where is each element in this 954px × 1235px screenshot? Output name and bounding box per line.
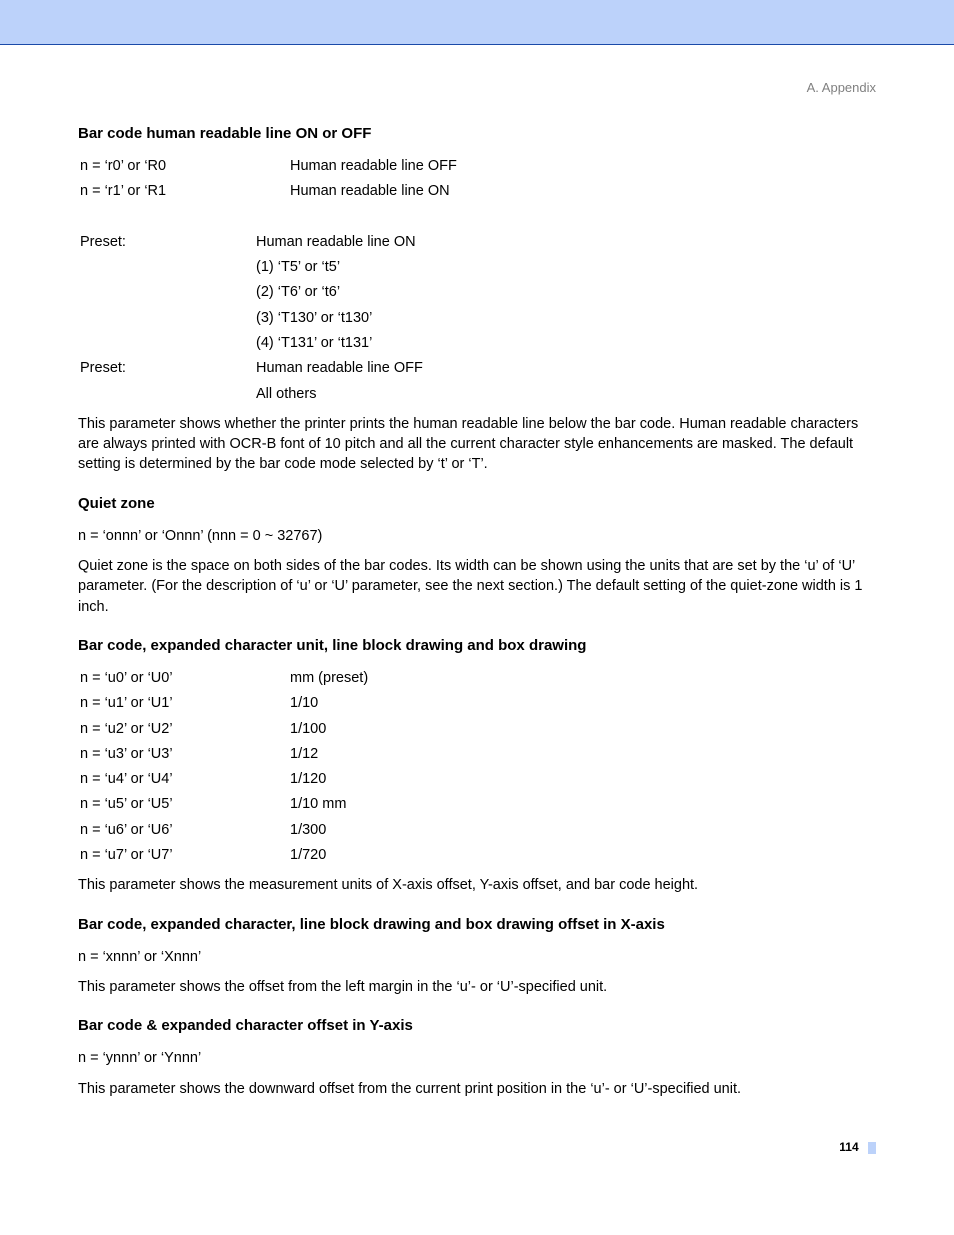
unit-row: n = ‘u3’ or ‘U3’1/12 [80, 744, 876, 764]
xoff-paragraph: This parameter shows the offset from the… [78, 977, 876, 997]
quiet-syntax: n = ‘onnn’ or ‘Onnn’ (nnn = 0 ~ 32767) [78, 526, 876, 546]
unit-val: 1/120 [290, 769, 876, 789]
page-content: A. Appendix Bar code human readable line… [0, 45, 954, 1186]
hrl-definitions: n = ‘r0’ or ‘R0 Human readable line OFF … [80, 156, 876, 202]
hrl-paragraph: This parameter shows whether the printer… [78, 414, 876, 475]
def-key: n = ‘r1’ or ‘R1 [80, 181, 290, 201]
preset-row: Preset: Human readable line OFF [80, 358, 876, 378]
preset-sub: (3) ‘T130’ or ‘t130’ [256, 308, 876, 328]
yoff-paragraph: This parameter shows the downward offset… [78, 1079, 876, 1099]
unit-val: 1/100 [290, 719, 876, 739]
header-band [0, 0, 954, 44]
unit-row: n = ‘u7’ or ‘U7’1/720 [80, 845, 876, 865]
preset-label: Preset: [80, 358, 256, 378]
preset-sub: (2) ‘T6’ or ‘t6’ [256, 282, 876, 302]
preset-sub: All others [256, 384, 876, 404]
def-val: Human readable line ON [290, 181, 876, 201]
unit-key: n = ‘u6’ or ‘U6’ [80, 820, 290, 840]
heading-human-readable: Bar code human readable line ON or OFF [78, 123, 876, 144]
unit-row: n = ‘u6’ or ‘U6’1/300 [80, 820, 876, 840]
unit-row: n = ‘u5’ or ‘U5’1/10 mm [80, 794, 876, 814]
preset-row: Preset: Human readable line ON [80, 232, 876, 252]
breadcrumb: A. Appendix [78, 79, 876, 97]
unit-key: n = ‘u5’ or ‘U5’ [80, 794, 290, 814]
heading-quiet-zone: Quiet zone [78, 493, 876, 514]
unit-val: 1/12 [290, 744, 876, 764]
unit-key: n = ‘u4’ or ‘U4’ [80, 769, 290, 789]
unit-row: n = ‘u4’ or ‘U4’1/120 [80, 769, 876, 789]
unit-val: mm (preset) [290, 668, 876, 688]
unit-row: n = ‘u1’ or ‘U1’1/10 [80, 693, 876, 713]
def-key: n = ‘r0’ or ‘R0 [80, 156, 290, 176]
preset-value: Human readable line OFF [256, 358, 876, 378]
page-number-tab-icon [868, 1142, 876, 1154]
unit-row: n = ‘u2’ or ‘U2’1/100 [80, 719, 876, 739]
unit-paragraph: This parameter shows the measurement uni… [78, 875, 876, 895]
def-row: n = ‘r0’ or ‘R0 Human readable line OFF [80, 156, 876, 176]
preset-sub: (1) ‘T5’ or ‘t5’ [256, 257, 876, 277]
quiet-paragraph: Quiet zone is the space on both sides of… [78, 556, 876, 617]
def-row: n = ‘r1’ or ‘R1 Human readable line ON [80, 181, 876, 201]
unit-definitions: n = ‘u0’ or ‘U0’mm (preset) n = ‘u1’ or … [80, 668, 876, 865]
def-val: Human readable line OFF [290, 156, 876, 176]
heading-unit: Bar code, expanded character unit, line … [78, 635, 876, 656]
preset-label: Preset: [80, 232, 256, 252]
unit-key: n = ‘u7’ or ‘U7’ [80, 845, 290, 865]
unit-val: 1/720 [290, 845, 876, 865]
unit-key: n = ‘u0’ or ‘U0’ [80, 668, 290, 688]
page-number: 114 [78, 1139, 876, 1156]
unit-key: n = ‘u3’ or ‘U3’ [80, 744, 290, 764]
unit-val: 1/10 [290, 693, 876, 713]
unit-row: n = ‘u0’ or ‘U0’mm (preset) [80, 668, 876, 688]
heading-y-offset: Bar code & expanded character offset in … [78, 1015, 876, 1036]
unit-key: n = ‘u2’ or ‘U2’ [80, 719, 290, 739]
page-number-value: 114 [839, 1140, 858, 1154]
preset-sub: (4) ‘T131’ or ‘t131’ [256, 333, 876, 353]
yoff-syntax: n = ‘ynnn’ or ‘Ynnn’ [78, 1048, 876, 1068]
xoff-syntax: n = ‘xnnn’ or ‘Xnnn’ [78, 947, 876, 967]
unit-val: 1/300 [290, 820, 876, 840]
heading-x-offset: Bar code, expanded character, line block… [78, 914, 876, 935]
unit-val: 1/10 mm [290, 794, 876, 814]
preset-block-1: Preset: Human readable line ON (1) ‘T5’ … [80, 232, 876, 404]
unit-key: n = ‘u1’ or ‘U1’ [80, 693, 290, 713]
preset-value: Human readable line ON [256, 232, 876, 252]
